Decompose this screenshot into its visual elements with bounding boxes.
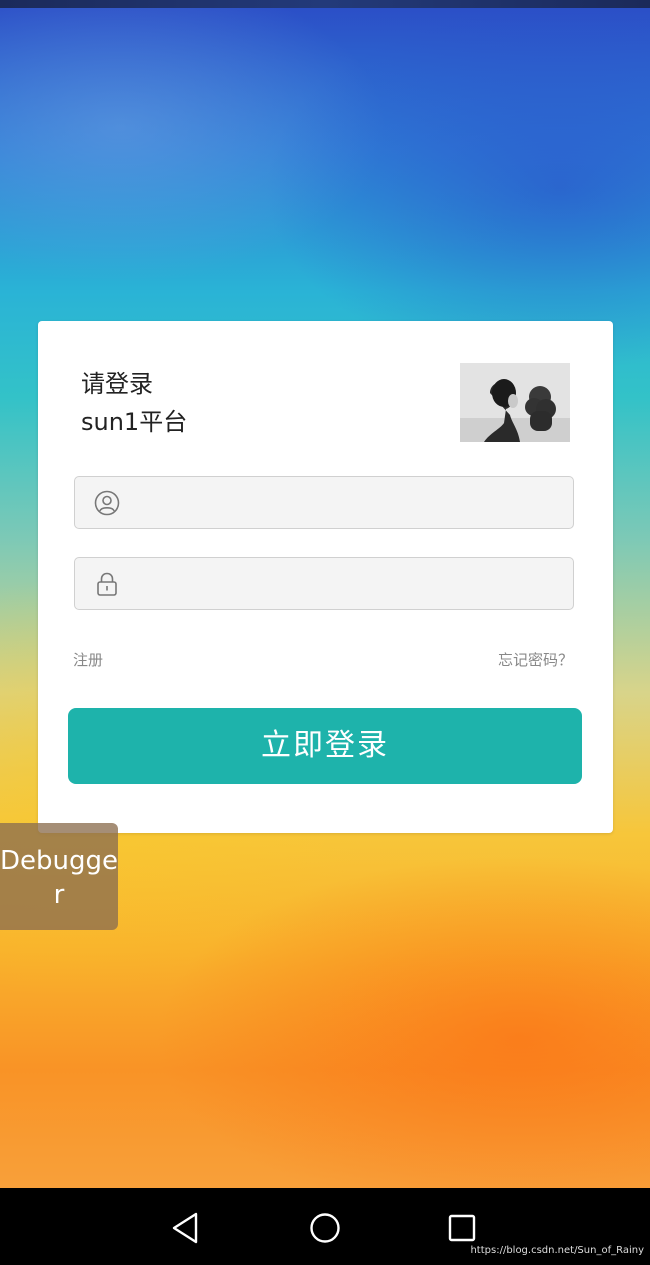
lock-icon — [97, 572, 117, 596]
login-card: 请登录 sun1平台 注册 忘记密码？ 立即登录 — [38, 321, 613, 833]
password-input[interactable] — [135, 566, 564, 604]
watermark-text: https://blog.csdn.net/Sun_of_Rainy — [470, 1245, 644, 1256]
login-heading: 请登录 — [81, 370, 153, 398]
platform-name: sun1平台 — [81, 408, 188, 436]
profile-photo — [460, 363, 570, 442]
username-input[interactable] — [135, 485, 564, 523]
password-field[interactable] — [74, 557, 574, 610]
login-button[interactable]: 立即登录 — [68, 708, 582, 784]
back-icon[interactable] — [166, 1208, 206, 1248]
status-bar — [0, 0, 650, 8]
forgot-password-link[interactable]: 忘记密码？ — [498, 649, 573, 670]
navigation-bar: https://blog.csdn.net/Sun_of_Rainy — [0, 1188, 650, 1265]
phone-screen: 请登录 sun1平台 注册 忘记密码？ 立即登录 Debugger https:… — [0, 0, 650, 1265]
user-icon — [94, 490, 120, 516]
home-icon[interactable] — [305, 1208, 345, 1248]
register-link[interactable]: 注册 — [73, 649, 103, 670]
debugger-button[interactable]: Debugger — [0, 823, 118, 930]
recent-apps-icon[interactable] — [442, 1208, 482, 1248]
username-field[interactable] — [74, 476, 574, 529]
